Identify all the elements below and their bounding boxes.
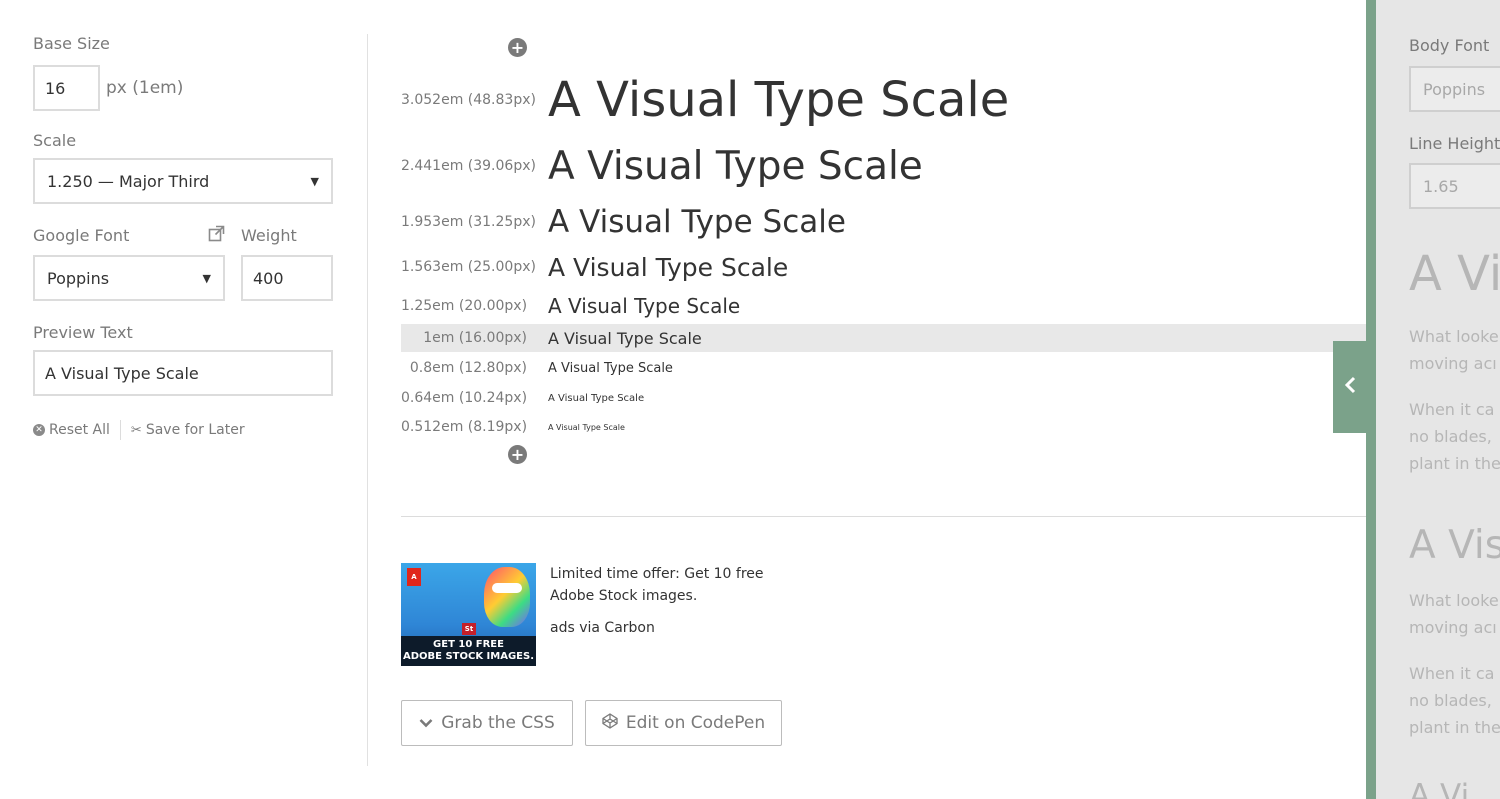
preview-paragraph-line: moving acı [1409,618,1497,637]
scale-label: Scale [33,131,77,150]
controls-panel: Base Size 16 px (1em) Scale 1.250 — Majo… [33,34,333,440]
adobe-stock-badge: St [462,623,476,635]
line-height-label: Line Height [1409,134,1500,153]
scale-row: 2.441em (39.06px) A Visual Type Scale [401,142,1366,190]
scale-row-label: 1.953em (31.25px) [401,214,536,230]
base-size-label: Base Size [33,34,110,53]
control-actions: ✕ Reset All ✂ Save for Later [33,420,333,440]
scale-row-sample: A Visual Type Scale [548,294,741,318]
line-height-input[interactable]: 1.65 [1409,163,1500,209]
panel-edge [1366,0,1376,799]
chevron-down-icon: ▼ [202,271,211,285]
chevron-left-icon [1344,375,1356,399]
save-for-later-button[interactable]: ✂ Save for Later [131,422,245,438]
scale-row-label: 0.512em (8.19px) [401,419,528,435]
scale-row-sample: A Visual Type Scale [548,252,789,282]
ad-via-link[interactable]: ads via Carbon [550,620,655,636]
scale-row: 1.953em (31.25px) A Visual Type Scale [401,202,1366,242]
codepen-icon [602,712,618,734]
scale-row-sample: A Visual Type Scale [548,422,625,432]
scale-row-label: 0.8em (12.80px) [409,360,527,376]
base-size-input[interactable]: 16 [33,65,100,111]
preview-panel: Body Font Poppins Line Height 1.65 A Vi … [1376,0,1500,799]
scale-row: 0.8em (12.80px) A Visual Type Scale [401,356,1366,380]
scale-row: 3.052em (48.83px) A Visual Type Scale [401,72,1366,128]
scale-row: 1.563em (25.00px) A Visual Type Scale [401,251,1366,283]
edit-on-codepen-label: Edit on CodePen [625,713,766,733]
preview-paragraph-line: no blades, [1409,691,1492,710]
scale-row-sample: A Visual Type Scale [548,328,702,348]
preview-paragraph-line: plant in the [1409,454,1500,473]
edit-on-codepen-button[interactable]: Edit on CodePen [585,700,782,746]
preview-paragraph-line: no blades, [1409,427,1492,446]
scale-row-label: 3.052em (48.83px) [401,92,536,108]
scissors-icon: ✂ [130,422,142,438]
scale-row-sample: A Visual Type Scale [548,143,923,189]
save-for-later-label: Save for Later [145,422,245,438]
scale-row-base: 1em (16.00px) A Visual Type Scale [401,324,1366,352]
grab-css-button[interactable]: Grab the CSS [401,700,573,746]
add-step-up-icon[interactable]: + [508,38,527,57]
preview-paragraph-line: When it ca [1409,664,1495,683]
divider [119,420,121,440]
google-font-select[interactable]: Poppins ▼ [33,255,225,301]
grab-css-label: Grab the CSS [441,713,555,733]
ad-image-text-1: GET 10 FREE [433,639,504,650]
chevron-down-icon [419,713,433,733]
scale-row: 1.25em (20.00px) A Visual Type Scale [401,292,1366,320]
close-circle-icon: ✕ [33,424,45,436]
reset-all-button[interactable]: ✕ Reset All [33,422,110,438]
preview-heading: A Vi [1409,778,1470,799]
ad-sunglasses [492,583,522,593]
preview-text-label: Preview Text [33,323,133,342]
external-link-icon[interactable] [208,225,225,246]
scale-row-sample: A Visual Type Scale [548,72,1010,128]
weight-label: Weight [241,226,297,245]
preview-heading: A Vis [1409,523,1500,568]
google-font-label: Google Font [33,226,130,245]
preview-heading: A Vi [1409,246,1500,302]
ad-image-text-2: ADOBE STOCK IMAGES. [402,651,535,662]
panel-toggle-button[interactable] [1333,341,1367,433]
chevron-down-icon: ▼ [310,174,319,188]
scale-row-sample: A Visual Type Scale [548,204,846,240]
body-font-label: Body Font [1409,36,1490,55]
preview-paragraph-line: moving acı [1409,354,1497,373]
preview-paragraph-line: What looke [1409,327,1499,346]
scale-row-label: 1em (16.00px) [423,330,527,346]
scale-row-label: 1.563em (25.00px) [401,259,536,275]
type-scale-app: Base Size 16 px (1em) Scale 1.250 — Majo… [0,0,1500,799]
scale-row: 0.512em (8.19px) A Visual Type Scale [401,415,1366,439]
scale-select-value: 1.250 — Major Third [47,171,210,191]
ad-text-link[interactable]: Limited time offer: Get 10 free Adobe St… [550,563,770,607]
scale-row-label: 1.25em (20.00px) [401,298,528,314]
preview-paragraph-line: plant in the [1409,718,1500,737]
preview-text-input[interactable]: A Visual Type Scale [33,350,333,396]
scale-row-label: 2.441em (39.06px) [401,158,536,174]
add-step-down-icon[interactable]: + [508,445,527,464]
scale-row-label: 0.64em (10.24px) [401,390,528,406]
adobe-logo: A [407,568,421,586]
section-divider [401,516,1366,517]
ad-image-banner: GET 10 FREE ADOBE STOCK IMAGES. [401,636,536,666]
scale-row-sample: A Visual Type Scale [548,392,645,404]
reset-all-label: Reset All [49,422,110,438]
body-font-select[interactable]: Poppins [1409,66,1500,112]
preview-paragraph-line: When it ca [1409,400,1495,419]
ad-model-figure [484,567,530,627]
column-divider [367,34,368,766]
ad-image[interactable]: A St GET 10 FREE ADOBE STOCK IMAGES. [401,563,536,666]
scale-row: 0.64em (10.24px) A Visual Type Scale [401,386,1366,410]
preview-paragraph-line: What looke [1409,591,1499,610]
weight-input[interactable]: 400 [241,255,333,301]
base-size-unit: px (1em) [106,78,184,98]
scale-select[interactable]: 1.250 — Major Third ▼ [33,158,333,204]
google-font-value: Poppins [47,268,110,288]
scale-row-sample: A Visual Type Scale [548,360,673,376]
